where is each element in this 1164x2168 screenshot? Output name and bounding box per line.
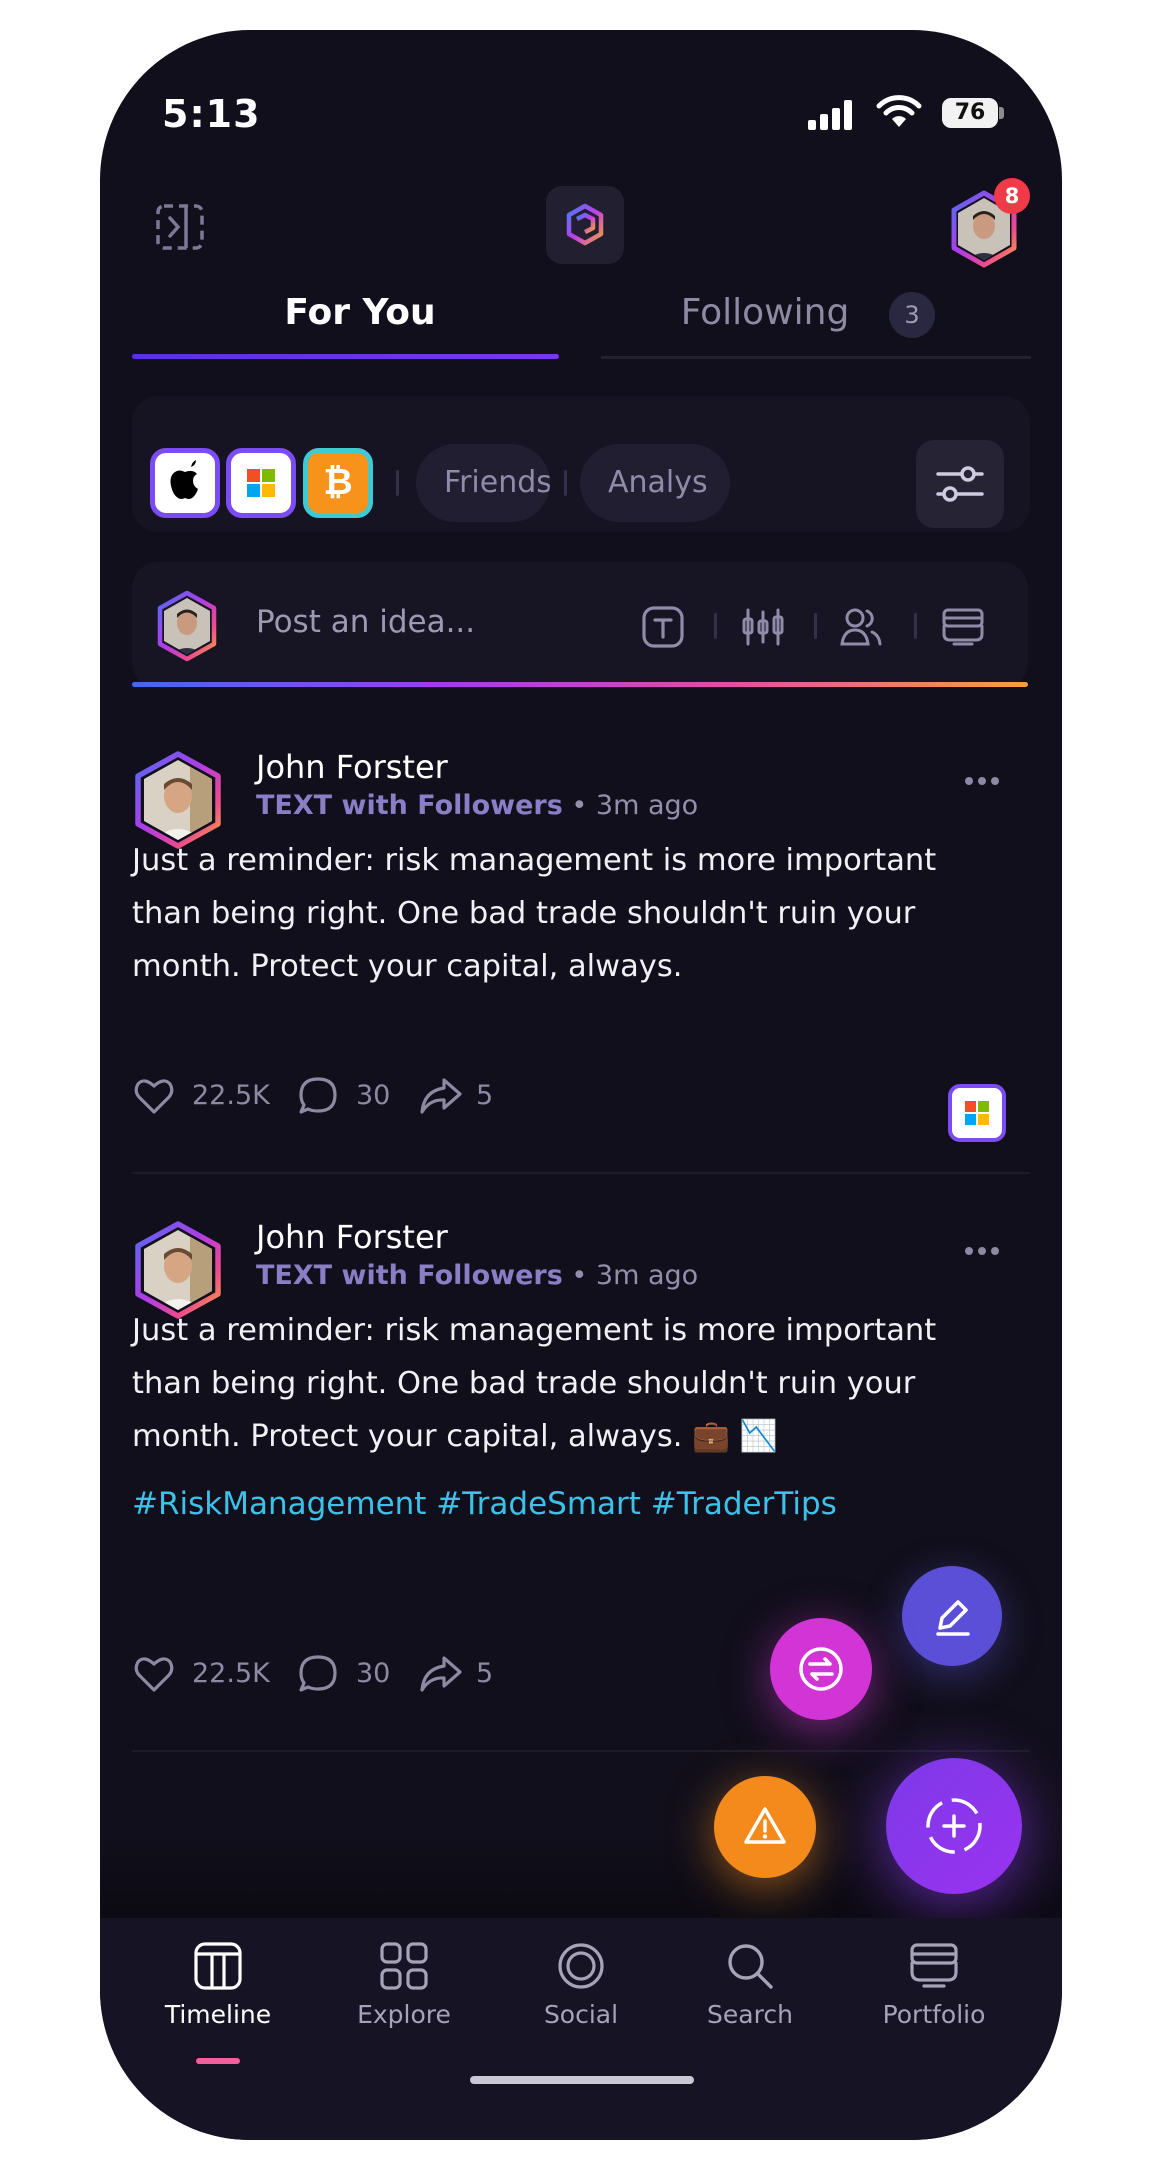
- status-time: 5:13: [162, 92, 261, 136]
- alert-fab[interactable]: [714, 1776, 816, 1878]
- comment-icon[interactable]: [296, 1652, 340, 1696]
- post-meta: TEXT with Followers • 3m ago: [256, 1260, 698, 1291]
- filter-pill-friends[interactable]: Friends: [416, 444, 550, 522]
- share-icon[interactable]: [418, 1652, 462, 1696]
- post-divider: [132, 1750, 1030, 1752]
- post-time: • 3m ago: [571, 790, 699, 821]
- wifi-icon: [876, 95, 922, 127]
- warning-icon: [744, 1807, 786, 1844]
- cube-logo-icon: [566, 203, 604, 246]
- composer-separator: [914, 613, 917, 639]
- post-type: TEXT with Followers: [256, 1260, 563, 1291]
- like-count: 22.5K: [192, 1658, 270, 1689]
- nav-portfolio[interactable]: Portfolio: [854, 1938, 1014, 2029]
- portfolio-icon: [910, 1943, 958, 1988]
- composer-placeholder[interactable]: Post an idea...: [256, 604, 475, 640]
- post-author-name[interactable]: John Forster: [256, 748, 448, 786]
- comment-icon[interactable]: [296, 1074, 340, 1118]
- active-nav-indicator: [196, 2058, 240, 2064]
- tab-for-you[interactable]: For You: [100, 292, 560, 333]
- filter-separator: [564, 470, 567, 496]
- nav-label: Portfolio: [882, 2000, 986, 2029]
- nav-search[interactable]: Search: [670, 1938, 830, 2029]
- like-icon[interactable]: [132, 1652, 176, 1696]
- microsoft-logo-icon: [965, 1101, 989, 1125]
- filter-chip-microsoft[interactable]: [226, 448, 296, 518]
- post-type: TEXT with Followers: [256, 790, 563, 821]
- portfolio-icon[interactable]: [940, 604, 986, 650]
- phone-screen: 5:13 76 8 For You Following 3 ₿ Friends …: [100, 30, 1062, 2140]
- post-body: Just a reminder: risk management is more…: [132, 1313, 937, 1454]
- nav-explore[interactable]: Explore: [324, 1938, 484, 2029]
- share-count: 5: [476, 1658, 494, 1689]
- post-meta: TEXT with Followers • 3m ago: [256, 790, 698, 821]
- compose-fab[interactable]: [902, 1566, 1002, 1666]
- comment-count: 30: [356, 1658, 391, 1689]
- like-count: 22.5K: [192, 1080, 270, 1111]
- filter-separator: [396, 470, 399, 496]
- composer-gradient-line: [132, 682, 1028, 687]
- tab-following[interactable]: Following: [600, 292, 930, 333]
- microsoft-logo-icon: [247, 469, 275, 497]
- nav-label: Search: [707, 2000, 793, 2029]
- social-icon: [558, 1943, 604, 1989]
- app-logo[interactable]: [546, 186, 624, 264]
- nav-timeline[interactable]: Timeline: [138, 1938, 298, 2029]
- post-time: • 3m ago: [571, 1260, 699, 1291]
- nav-label: Social: [543, 2000, 619, 2029]
- composer-separator: [814, 613, 817, 639]
- sidebar-toggle-icon[interactable]: [150, 196, 210, 256]
- composer-separator: [714, 613, 717, 639]
- text-format-icon[interactable]: [640, 604, 686, 650]
- post-hashtags[interactable]: #RiskManagement #TradeSmart #TraderTips: [132, 1486, 837, 1522]
- swap-fab[interactable]: [770, 1618, 872, 1720]
- tab-underline: [601, 356, 1031, 359]
- search-icon: [728, 1944, 773, 1989]
- apple-logo-icon: [170, 460, 198, 499]
- candlestick-chart-icon[interactable]: [740, 604, 786, 650]
- notification-badge: 8: [994, 178, 1030, 214]
- battery-cap: [999, 107, 1004, 119]
- swap-icon: [799, 1647, 843, 1691]
- grid-icon: [380, 1942, 428, 1990]
- filter-chip-apple[interactable]: [150, 448, 220, 518]
- composer-avatar: [157, 590, 217, 662]
- post-asset-tag-microsoft[interactable]: [948, 1084, 1006, 1142]
- add-circle-icon: [926, 1798, 982, 1854]
- share-count: 5: [476, 1080, 494, 1111]
- filter-settings-button[interactable]: [916, 440, 1004, 528]
- like-icon[interactable]: [132, 1074, 176, 1118]
- active-tab-underline: [132, 354, 559, 359]
- nav-social[interactable]: Social: [501, 1938, 661, 2029]
- share-icon[interactable]: [418, 1074, 462, 1118]
- pencil-icon: [936, 1600, 970, 1636]
- filter-chip-bitcoin[interactable]: ₿: [303, 448, 373, 518]
- nav-label: Timeline: [164, 2000, 272, 2029]
- filter-pill-analysis[interactable]: Analys: [580, 444, 730, 522]
- nav-label: Explore: [357, 2000, 451, 2029]
- post-divider: [132, 1172, 1030, 1174]
- users-icon[interactable]: [838, 604, 884, 650]
- post-author-name[interactable]: John Forster: [256, 1218, 448, 1256]
- following-count-badge: 3: [889, 292, 935, 338]
- battery-indicator: 76: [942, 98, 998, 128]
- add-fab[interactable]: [886, 1758, 1022, 1894]
- filter-fade: [760, 440, 910, 526]
- sliders-icon: [936, 466, 984, 502]
- more-options-icon[interactable]: [962, 774, 1002, 788]
- more-options-icon[interactable]: [962, 1244, 1002, 1258]
- home-indicator: [470, 2076, 694, 2084]
- post-body: Just a reminder: risk management is more…: [132, 843, 937, 984]
- timeline-icon: [194, 1942, 242, 1990]
- cellular-signal-icon: [808, 100, 854, 130]
- comment-count: 30: [356, 1080, 391, 1111]
